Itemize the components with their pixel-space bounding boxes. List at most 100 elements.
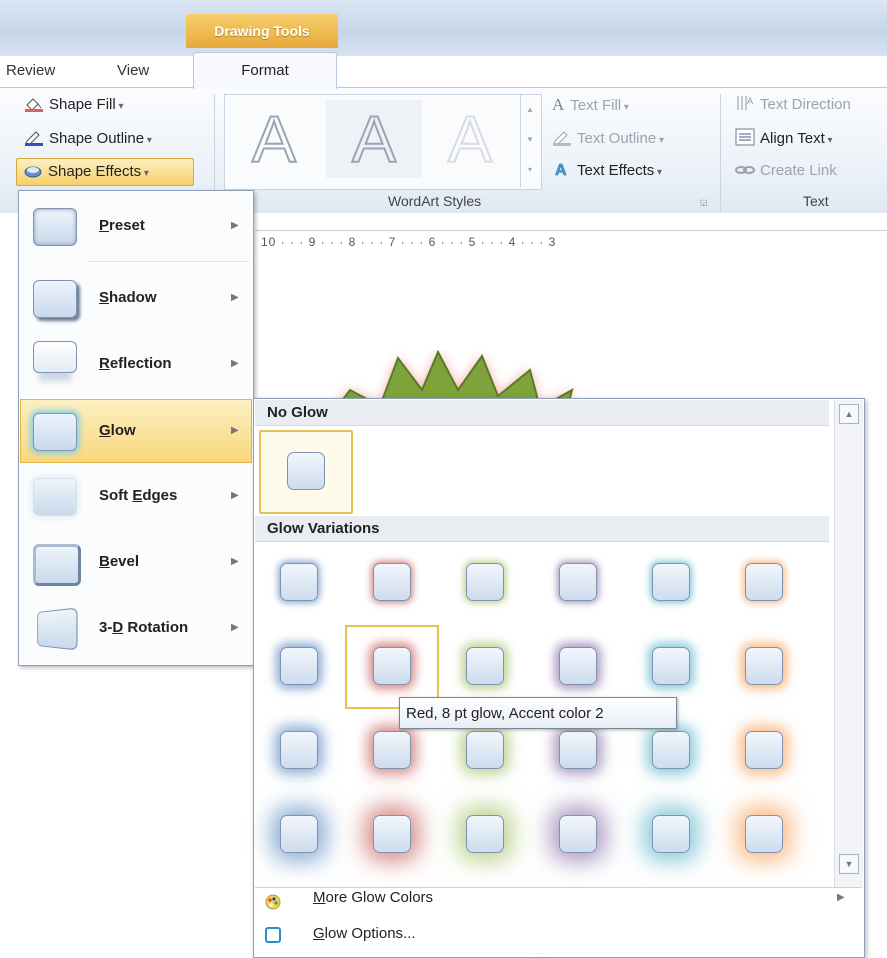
no-glow-option[interactable]: [259, 430, 353, 514]
text-effects-button[interactable]: A Text Effects ▾: [552, 158, 662, 184]
menu-item-3d-rotation[interactable]: 3-D Rotation ▶: [21, 597, 251, 659]
soft-edges-thumbnail: [33, 478, 77, 516]
menu-item-soft-edges[interactable]: Soft Edges ▶: [21, 465, 251, 527]
dropdown-arrow-icon: ▾: [144, 135, 152, 146]
reflection-thumbnail: [33, 341, 77, 373]
glow-variation-tile[interactable]: [559, 731, 597, 769]
align-text-icon: [735, 128, 755, 146]
glow-options-item[interactable]: Glow Options...: [255, 917, 829, 951]
menu-item-label: Bevel: [99, 553, 140, 570]
create-link-button[interactable]: Create Link: [735, 158, 837, 184]
menu-item-label: Glow: [99, 422, 136, 439]
wordart-group-label: WordArt Styles: [388, 193, 482, 209]
menu-item-shadow[interactable]: Shadow ▶: [21, 267, 251, 329]
submenu-arrow-icon: ▶: [231, 292, 239, 303]
glow-variation-tile[interactable]: [745, 563, 783, 601]
glow-variation-tile[interactable]: [466, 731, 504, 769]
glow-variation-tile[interactable]: [373, 647, 411, 685]
scroll-up-button[interactable]: ▲: [839, 404, 859, 424]
dropdown-arrow-icon: ▾: [654, 167, 663, 178]
text-fill-icon: A: [552, 95, 565, 114]
glow-variation-tile[interactable]: [559, 815, 597, 853]
title-bar: [0, 0, 887, 56]
glow-variation-tile[interactable]: [652, 647, 690, 685]
wordart-style-3[interactable]: A: [422, 100, 518, 178]
text-fill-button[interactable]: A Text Fill ▾: [552, 92, 629, 118]
align-text-button[interactable]: Align Text ▾: [735, 126, 833, 152]
menu-item-label: Preset: [99, 217, 145, 234]
wordart-style-1[interactable]: A: [226, 100, 322, 178]
glow-variation-tile[interactable]: [745, 731, 783, 769]
pencil-outline-icon: [24, 129, 44, 146]
more-glow-colors-label: More Glow Colors: [313, 889, 434, 906]
glow-variation-tile[interactable]: [652, 731, 690, 769]
align-text-label: Align Text: [760, 130, 825, 147]
tab-format[interactable]: Format: [193, 52, 337, 89]
create-link-label: Create Link: [760, 162, 837, 179]
glow-variation-tile[interactable]: [466, 647, 504, 685]
dialog-launcher-icon[interactable]: ◲: [700, 198, 708, 207]
menu-item-bevel[interactable]: Bevel ▶: [21, 531, 251, 593]
preset-thumbnail: [33, 208, 77, 246]
glow-variation-tile[interactable]: [280, 731, 318, 769]
submenu-arrow-icon: ▶: [231, 622, 239, 633]
glow-variation-tile[interactable]: [559, 647, 597, 685]
dropdown-arrow-icon: ▾: [656, 135, 665, 146]
text-effects-icon: A: [552, 160, 572, 180]
glow-variation-tile[interactable]: [652, 563, 690, 601]
svg-text:A: A: [747, 96, 753, 106]
shape-effects-icon: [23, 162, 43, 178]
more-glow-colors-item[interactable]: More Glow Colors ▶: [255, 881, 845, 915]
text-fill-label: Text Fill: [570, 97, 622, 114]
text-outline-button[interactable]: Text Outline ▾: [552, 126, 664, 152]
shape-fill-button[interactable]: Shape Fill ▾: [24, 92, 124, 118]
glow-variation-tile[interactable]: [466, 815, 504, 853]
dropdown-arrow-icon: ▾: [141, 168, 149, 179]
text-direction-icon: A: [735, 94, 755, 110]
glow-variation-tile[interactable]: [373, 563, 411, 601]
submenu-arrow-icon: ▶: [231, 425, 239, 436]
shape-outline-button[interactable]: Shape Outline ▾: [24, 126, 152, 152]
no-glow-header: No Glow: [255, 400, 829, 426]
scroll-down-button[interactable]: ▼: [839, 854, 859, 874]
menu-item-glow[interactable]: Glow ▶: [20, 399, 252, 463]
glow-variation-tile[interactable]: [373, 731, 411, 769]
glow-options-label: Glow Options...: [313, 925, 416, 942]
ruler-ticks: 10 · · · 9 · · · 8 · · · 7 · · · 6 · · ·…: [261, 235, 557, 249]
text-direction-label: Text Direction: [760, 96, 851, 113]
glow-variation-tile[interactable]: [280, 815, 318, 853]
glow-variation-tile[interactable]: [559, 563, 597, 601]
glow-variations-header: Glow Variations: [255, 516, 829, 542]
glow-variation-tile[interactable]: [652, 815, 690, 853]
shadow-thumbnail: [33, 280, 77, 318]
menu-item-label: Shadow: [99, 289, 157, 306]
glow-variation-tile[interactable]: [745, 647, 783, 685]
gallery-scrollbar[interactable]: ▲ ▼: [834, 400, 863, 888]
menu-item-label: 3-D Rotation: [99, 619, 189, 636]
menu-item-reflection[interactable]: Reflection ▶: [21, 333, 251, 395]
group-separator: [720, 94, 721, 212]
wordart-style-2[interactable]: A: [326, 100, 422, 178]
dropdown-arrow-icon: ▾: [824, 135, 833, 146]
text-outline-label: Text Outline: [577, 130, 657, 147]
wordart-gallery-scroll[interactable]: ▲ ▼ ▾: [520, 95, 539, 187]
dropdown-arrow-icon: ▾: [115, 101, 124, 112]
glow-variation-tile[interactable]: [280, 647, 318, 685]
shape-effects-button[interactable]: Shape Effects ▾: [16, 158, 194, 186]
tab-review[interactable]: Review: [6, 56, 55, 86]
menu-separator: [89, 261, 249, 262]
tab-view[interactable]: View: [117, 56, 149, 86]
glow-variation-tile[interactable]: [466, 563, 504, 601]
glow-variation-tile[interactable]: [280, 563, 318, 601]
submenu-arrow-icon: ▶: [837, 892, 845, 903]
resize-grip-icon[interactable]: ····: [534, 951, 546, 957]
submenu-arrow-icon: ▶: [231, 220, 239, 231]
horizontal-ruler[interactable]: 10 · · · 9 · · · 8 · · · 7 · · · 6 · · ·…: [255, 230, 887, 253]
menu-item-preset[interactable]: Preset ▶: [21, 195, 251, 257]
glow-thumbnail: [33, 413, 77, 451]
text-direction-button[interactable]: A Text Direction: [735, 92, 851, 118]
shape-fill-label: Shape Fill: [49, 96, 116, 113]
glow-gallery: No Glow Glow Variations ▲ ▼ More Glow Co…: [253, 398, 865, 958]
glow-variation-tile[interactable]: [373, 815, 411, 853]
glow-variation-tile[interactable]: [745, 815, 783, 853]
